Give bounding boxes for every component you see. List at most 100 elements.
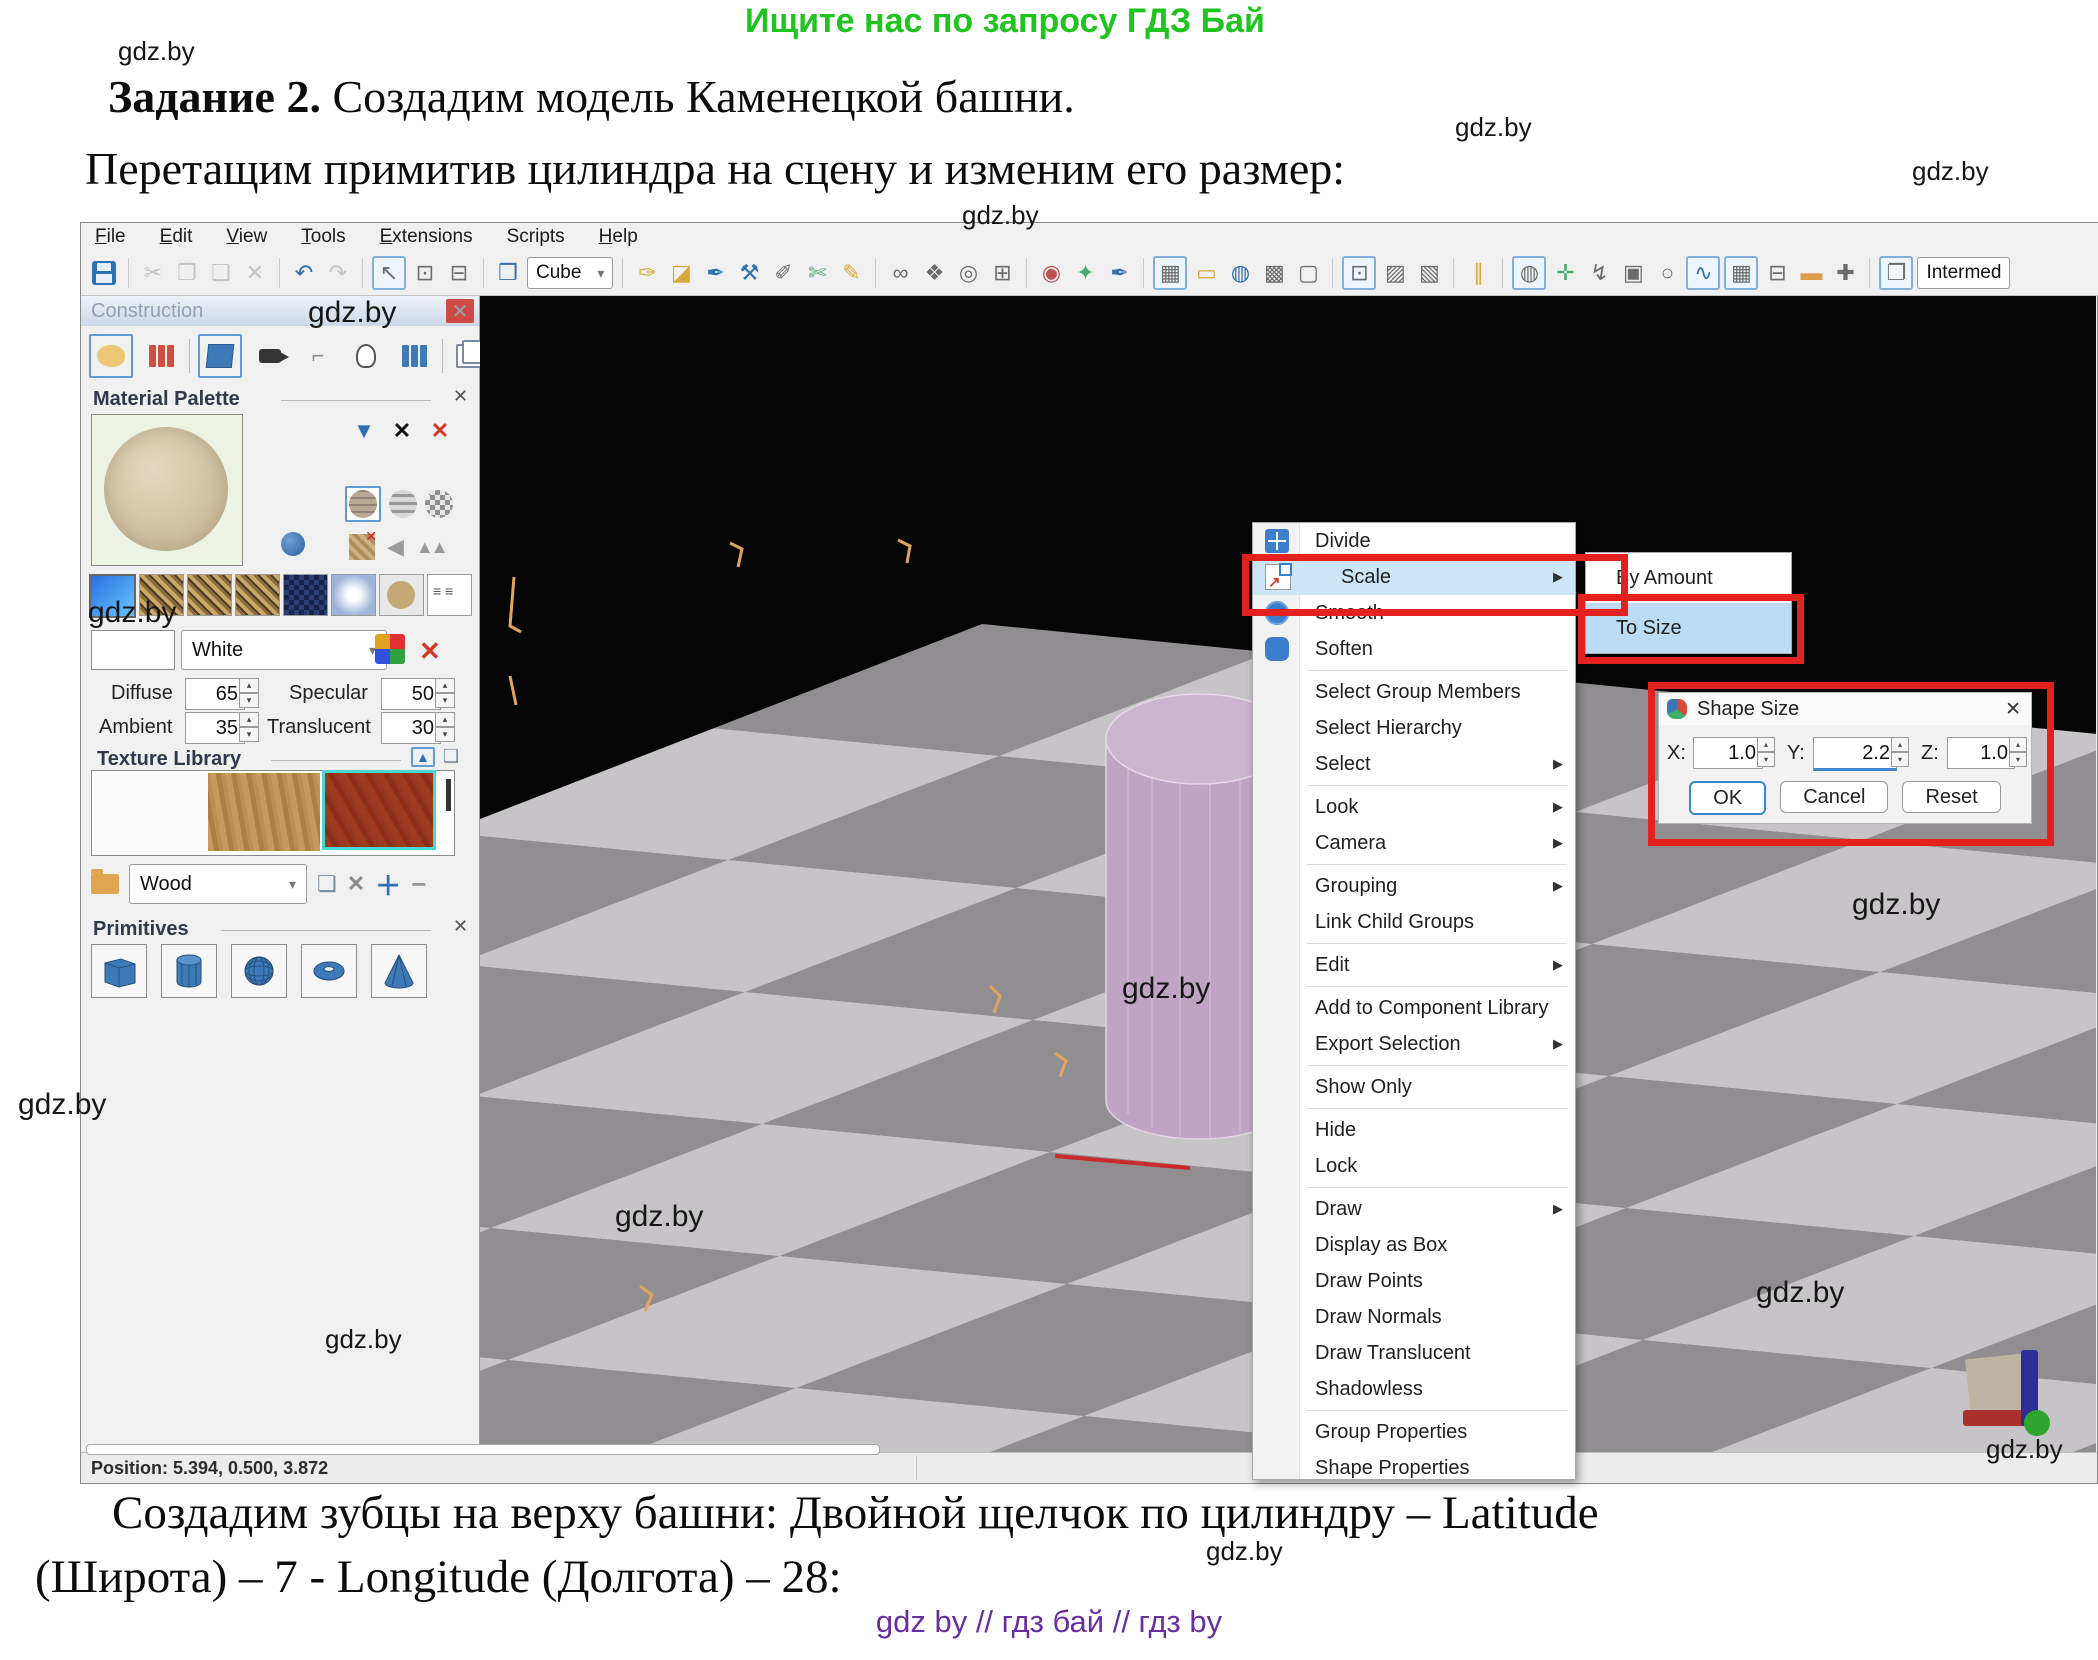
remove-texture-icon[interactable]: ✕ — [347, 871, 365, 897]
window-view-icon[interactable]: ❐ — [1879, 256, 1913, 290]
translucent-value[interactable]: 30 — [381, 712, 441, 744]
wrench-icon[interactable]: ⚒ — [734, 258, 764, 288]
fill-icon[interactable]: ◪ — [666, 258, 696, 288]
y-field[interactable]: 2.2 — [1813, 737, 1897, 771]
color-well[interactable] — [91, 630, 175, 670]
menu-item-select[interactable]: Select▶ — [1253, 746, 1575, 782]
blue-sphere-icon[interactable] — [281, 532, 305, 556]
add-document-icon[interactable]: ❏ — [317, 871, 337, 897]
snip-icon[interactable]: ✄ — [802, 258, 832, 288]
select-cursor-icon[interactable]: ↖ — [372, 256, 406, 290]
mirror-left-icon[interactable]: ◀ — [387, 534, 404, 560]
paste-icon[interactable]: ❏ — [206, 258, 236, 288]
frame-box-icon[interactable]: ▭ — [1191, 258, 1221, 288]
dialog-close-icon[interactable]: ✕ — [2005, 698, 2021, 721]
submenu-item-to-size[interactable]: To Size — [1586, 603, 1791, 653]
blue-library-icon[interactable] — [394, 336, 434, 376]
collapse-up-icon[interactable]: ▲ — [411, 747, 435, 767]
pin-icon[interactable]: ✚ — [1830, 258, 1860, 288]
knot-icon[interactable]: ∞ — [885, 258, 915, 288]
delete-red-icon[interactable]: ✕ — [425, 416, 455, 446]
z-stepper[interactable]: ▴▾ — [2009, 737, 2027, 767]
grid-box-icon[interactable]: ▦ — [1153, 256, 1187, 290]
blank-box-icon[interactable]: ▢ — [1293, 258, 1323, 288]
tab-glow[interactable] — [331, 574, 376, 616]
texture-category-dropdown[interactable]: Wood ▾ — [129, 864, 307, 904]
wireframe-box-icon[interactable]: ▩ — [1259, 258, 1289, 288]
tab-sand-2[interactable] — [187, 574, 232, 616]
filter-funnel-icon[interactable]: ▼ — [349, 416, 379, 446]
menu-item-select-group-members[interactable]: Select Group Members — [1253, 674, 1575, 710]
texture-scrollbar[interactable] — [446, 779, 451, 811]
axis-cross-icon[interactable]: ✛ — [1550, 258, 1580, 288]
primitive-cylinder-icon[interactable] — [161, 944, 217, 998]
menu-item-export-selection[interactable]: Export Selection▶ — [1253, 1026, 1575, 1062]
primitives-close-icon[interactable]: ✕ — [453, 916, 468, 937]
delete-icon[interactable]: ✕ — [240, 258, 270, 288]
undo-icon[interactable]: ↶ — [289, 258, 319, 288]
paintbrush-icon[interactable]: ✑ — [632, 258, 662, 288]
cancel-button[interactable]: Cancel — [1780, 781, 1888, 813]
specular-stepper[interactable]: ▴▾ — [435, 678, 455, 708]
y-stepper[interactable]: ▴▾ — [1891, 737, 1909, 767]
menu-item-draw-translucent[interactable]: Draw Translucent — [1253, 1335, 1575, 1371]
ambient-value[interactable]: 35 — [185, 712, 245, 744]
menu-item-display-as-box[interactable]: Display as Box — [1253, 1227, 1575, 1263]
cube-tool-icon[interactable]: ❒ — [493, 258, 523, 288]
menu-tools[interactable]: Tools — [301, 226, 345, 248]
primitive-sphere-icon[interactable] — [231, 944, 287, 998]
pan-hand-icon[interactable]: ❖ — [919, 258, 949, 288]
subtract-icon[interactable]: − — [411, 869, 426, 900]
menu-item-grouping[interactable]: Grouping▶ — [1253, 868, 1575, 904]
cube-category-icon[interactable] — [198, 334, 242, 378]
horizontal-scrollbar[interactable] — [86, 1444, 880, 1455]
menu-item-shadowless[interactable]: Shadowless — [1253, 1371, 1575, 1407]
diffuse-stepper[interactable]: ▴▾ — [239, 678, 259, 708]
split-columns-icon[interactable]: ∥ — [1463, 258, 1493, 288]
primitive-cube-icon[interactable] — [91, 944, 147, 998]
texture-swatch-tan[interactable] — [208, 773, 320, 851]
tag-icon[interactable] — [250, 336, 290, 376]
joint-icon[interactable]: ⌐ — [298, 336, 338, 376]
menu-edit[interactable]: Edit — [160, 226, 193, 248]
palette-icon[interactable] — [89, 334, 133, 378]
save-icon[interactable] — [89, 258, 119, 288]
comment-bubble-icon[interactable]: ❑ — [443, 746, 459, 767]
primitive-cone-icon[interactable] — [371, 944, 427, 998]
green-marker-icon[interactable]: ✦ — [1070, 258, 1100, 288]
bulb-icon[interactable] — [346, 336, 386, 376]
blue-pen-icon[interactable]: ✒ — [1104, 258, 1134, 288]
texture-cube-icon[interactable]: ▧ — [1414, 258, 1444, 288]
menu-item-soften[interactable]: Soften — [1253, 631, 1575, 667]
rings-sphere-icon[interactable] — [389, 490, 417, 518]
menu-item-shape-properties[interactable]: Shape Properties — [1253, 1450, 1575, 1486]
menu-file[interactable]: File — [95, 226, 126, 248]
delete-black-icon[interactable]: ✕ — [387, 416, 417, 446]
menu-item-divide[interactable]: Divide — [1253, 523, 1575, 559]
specular-value[interactable]: 50 — [381, 678, 441, 710]
level-dropdown[interactable]: Intermed — [1917, 257, 2010, 289]
submenu-item-by-amount[interactable]: By Amount — [1586, 553, 1791, 603]
menu-view[interactable]: View — [226, 226, 267, 248]
menu-item-group-properties[interactable]: Group Properties — [1253, 1414, 1575, 1450]
mirror-pair-icon[interactable]: ▲▲ — [416, 537, 446, 558]
ambient-stepper[interactable]: ▴▾ — [239, 712, 259, 742]
menu-item-draw[interactable]: Draw▶ — [1253, 1191, 1575, 1227]
material-palette-close-icon[interactable]: ✕ — [453, 386, 468, 407]
menu-help[interactable]: Help — [599, 226, 638, 248]
texture-thumb-icon[interactable] — [349, 534, 375, 560]
menu-item-draw-normals[interactable]: Draw Normals — [1253, 1299, 1575, 1335]
primitive-torus-icon[interactable] — [301, 944, 357, 998]
copy-icon[interactable]: ❐ — [172, 258, 202, 288]
tab-sand-3[interactable] — [235, 574, 280, 616]
camera-icon[interactable]: ▣ — [1618, 258, 1648, 288]
checker-sphere-icon[interactable] — [425, 490, 453, 518]
dialog-titlebar[interactable]: Shape Size ✕ — [1659, 693, 2031, 725]
color-dropdown[interactable]: White ▾ — [181, 630, 387, 670]
color-delete-icon[interactable]: ✕ — [419, 636, 441, 667]
menu-item-scale[interactable]: Scale▶ — [1253, 559, 1575, 595]
selection-box-icon[interactable]: ⊡ — [1342, 256, 1376, 290]
menu-item-link-child-groups[interactable]: Link Child Groups — [1253, 904, 1575, 940]
diffuse-value[interactable]: 65 — [185, 678, 245, 710]
select-marquee-icon[interactable]: ⊟ — [444, 258, 474, 288]
